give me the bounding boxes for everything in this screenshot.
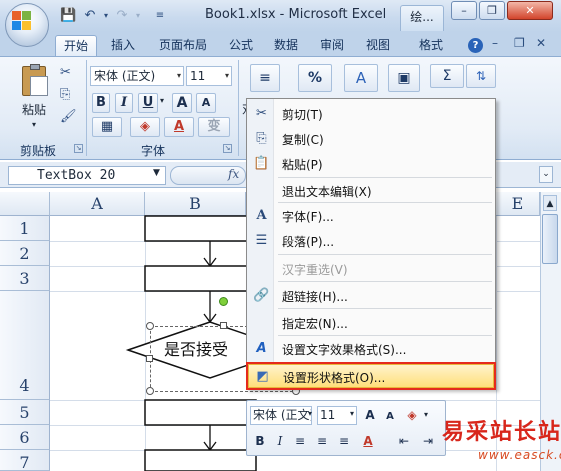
office-logo-icon [12, 11, 32, 31]
mini-fill-dropdown-icon[interactable]: ▾ [424, 410, 428, 419]
mini-font-dropdown-icon[interactable]: ▾ [308, 409, 312, 418]
menu-separator [278, 177, 492, 178]
resize-handle[interactable] [220, 322, 227, 329]
menu-item-reconversion: 汉字重选(V) [282, 263, 348, 277]
decision-shape-text[interactable]: 是否接受 [164, 336, 228, 360]
mini-increase-indent-icon[interactable]: ⇥ [420, 432, 436, 450]
mini-fill-color-icon[interactable]: ◈ [404, 406, 420, 424]
paste-icon: 📋 [253, 156, 270, 171]
watermark-url: www.easck.com [478, 448, 561, 462]
menu-item-paste[interactable]: 📋 粘贴(P) [248, 152, 494, 176]
menu-item-cut[interactable]: ✂ 剪切(T) [248, 102, 494, 126]
mini-align-left-icon[interactable]: ≡ [292, 432, 308, 450]
mini-font-color-icon[interactable]: A [360, 432, 376, 450]
menu-separator [278, 335, 492, 336]
menu-item-paragraph[interactable]: ☰ 段落(P)... [248, 229, 494, 253]
scissors-icon: ✂ [256, 106, 267, 121]
highlight-annotation-box [246, 362, 496, 390]
menu-separator [278, 281, 492, 282]
resize-handle[interactable] [146, 387, 154, 395]
mini-shrink-font-icon[interactable]: A [382, 408, 398, 426]
menu-item-text-effects[interactable]: A 设置文字效果格式(S)... [248, 337, 494, 361]
rotation-handle[interactable] [219, 297, 228, 306]
mini-size-dropdown-icon[interactable]: ▾ [350, 409, 354, 418]
resize-handle[interactable] [146, 355, 153, 362]
mini-align-right-icon[interactable]: ≡ [336, 432, 352, 450]
text-effect-icon: A [256, 341, 267, 356]
mini-align-center-icon[interactable]: ≡ [314, 432, 330, 450]
menu-separator [278, 254, 492, 255]
menu-separator [278, 308, 492, 309]
mini-italic-button[interactable]: I [272, 432, 288, 450]
font-icon: A [256, 208, 267, 223]
mini-grow-font-icon[interactable]: A [362, 406, 378, 424]
menu-item-assign-macro[interactable]: 指定宏(N)... [248, 311, 494, 335]
resize-handle[interactable] [146, 322, 154, 330]
paragraph-icon: ☰ [255, 233, 268, 248]
mini-decrease-indent-icon[interactable]: ⇤ [396, 432, 412, 450]
menu-item-hyperlink[interactable]: 🔗 超链接(H)... [248, 284, 494, 308]
menu-item-exit-text-edit[interactable]: 退出文本编辑(X) [248, 179, 494, 203]
watermark-logo-text: 易采站长站 [442, 419, 561, 445]
menu-item-font[interactable]: A 字体(F)... [248, 204, 494, 228]
menu-item-copy[interactable]: ⎘ 复制(C) [248, 127, 494, 151]
copy-icon: ⎘ [256, 131, 267, 146]
menu-separator [278, 202, 492, 203]
hyperlink-icon: 🔗 [253, 288, 270, 303]
mini-font-name-combo[interactable]: 宋体 (正文) [250, 406, 312, 425]
mini-bold-button[interactable]: B [252, 432, 268, 450]
